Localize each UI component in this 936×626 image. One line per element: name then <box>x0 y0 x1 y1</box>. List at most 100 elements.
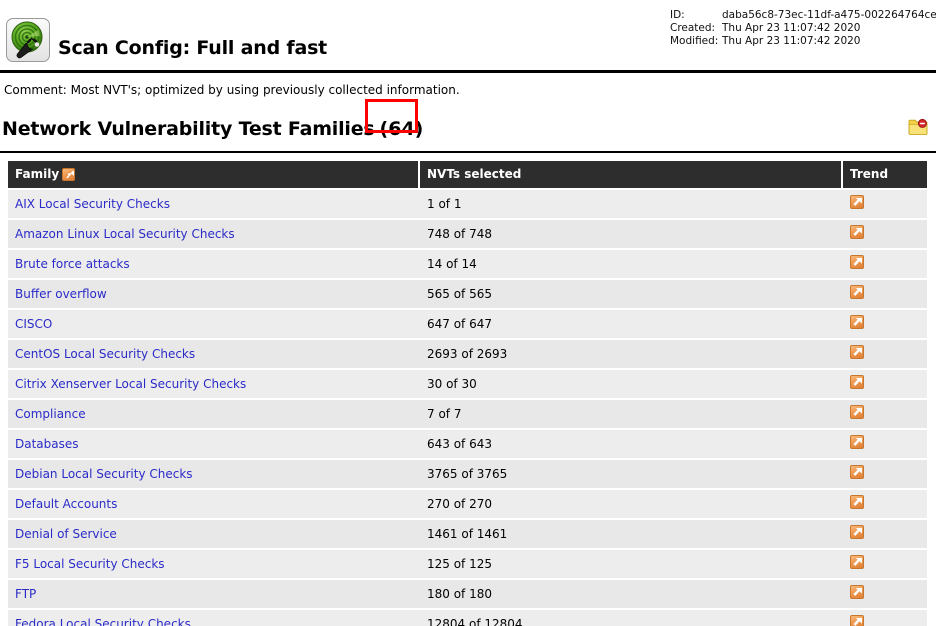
cell-trend <box>843 460 927 490</box>
family-link[interactable]: Denial of Service <box>15 527 117 541</box>
cell-nvts-selected: 748 of 748 <box>420 220 843 250</box>
family-link[interactable]: Fedora Local Security Checks <box>15 617 191 626</box>
cell-family: Denial of Service <box>8 520 420 550</box>
trend-arrow-icon[interactable] <box>850 315 864 329</box>
table-row: Citrix Xenserver Local Security Checks 30… <box>8 370 927 400</box>
table-header-row: Family NVTs selected Trend <box>8 161 927 188</box>
page-title: Scan Config: Full and fast <box>58 37 328 59</box>
metadata-id-label: ID: <box>670 9 685 21</box>
cell-family: CentOS Local Security Checks <box>8 340 420 370</box>
family-link[interactable]: CentOS Local Security Checks <box>15 347 195 361</box>
cell-family: Amazon Linux Local Security Checks <box>8 220 420 250</box>
cell-trend <box>843 580 927 610</box>
family-link[interactable]: F5 Local Security Checks <box>15 557 165 571</box>
trend-arrow-icon[interactable] <box>850 585 864 599</box>
table-row: Debian Local Security Checks 3765 of 3765 <box>8 460 927 490</box>
table-row: Databases 643 of 643 <box>8 430 927 460</box>
cell-nvts-selected: 647 of 647 <box>420 310 843 340</box>
family-link[interactable]: Debian Local Security Checks <box>15 467 193 481</box>
trend-arrow-icon[interactable] <box>850 555 864 569</box>
trend-arrow-icon[interactable] <box>850 255 864 269</box>
metadata-modified-label: Modified: <box>670 35 719 47</box>
cell-nvts-selected: 125 of 125 <box>420 550 843 580</box>
cell-trend <box>843 400 927 430</box>
table-row: Default Accounts 270 of 270 <box>8 490 927 520</box>
sort-arrow-icon[interactable] <box>62 167 76 181</box>
cell-family: Databases <box>8 430 420 460</box>
table-row: CentOS Local Security Checks 2693 of 2693 <box>8 340 927 370</box>
families-count: (64) <box>379 118 424 140</box>
cell-nvts-selected: 12804 of 12804 <box>420 610 843 626</box>
cell-nvts-selected: 643 of 643 <box>420 430 843 460</box>
section-title: Network Vulnerability Test Families <box>2 118 375 140</box>
family-link[interactable]: Amazon Linux Local Security Checks <box>15 227 235 241</box>
cell-trend <box>843 520 927 550</box>
cell-trend <box>843 550 927 580</box>
family-link[interactable]: FTP <box>15 587 36 601</box>
trend-arrow-icon[interactable] <box>850 345 864 359</box>
families-table: Family NVTs selected Trend AIX Local Sec… <box>8 161 927 626</box>
metadata-id-row: ID: daba56c8-73ec-11df-a475-002264764cea <box>670 9 936 22</box>
trend-arrow-icon[interactable] <box>850 195 864 209</box>
cell-family: Compliance <box>8 400 420 430</box>
table-row: FTP 180 of 180 <box>8 580 927 610</box>
cell-family: Citrix Xenserver Local Security Checks <box>8 370 420 400</box>
page-header: Scan Config: Full and fast ID: daba56c8-… <box>0 0 936 70</box>
metadata-modified-row: Modified: Thu Apr 23 11:07:42 2020 <box>670 35 936 48</box>
trend-arrow-icon[interactable] <box>850 465 864 479</box>
folder-denied-icon[interactable] <box>908 118 928 136</box>
table-row: Brute force attacks 14 of 14 <box>8 250 927 280</box>
family-link[interactable]: Brute force attacks <box>15 257 130 271</box>
family-link[interactable]: Default Accounts <box>15 497 117 511</box>
trend-arrow-icon[interactable] <box>850 435 864 449</box>
cell-nvts-selected: 30 of 30 <box>420 370 843 400</box>
cell-nvts-selected: 270 of 270 <box>420 490 843 520</box>
trend-arrow-icon[interactable] <box>850 285 864 299</box>
column-header-family[interactable]: Family <box>8 161 420 188</box>
family-link[interactable]: Databases <box>15 437 79 451</box>
cell-trend <box>843 340 927 370</box>
table-body: AIX Local Security Checks 1 of 1 Amazon Li… <box>8 188 927 626</box>
table-row: Denial of Service 1461 of 1461 <box>8 520 927 550</box>
column-header-nvts-selected[interactable]: NVTs selected <box>420 161 843 188</box>
cell-trend <box>843 610 927 626</box>
metadata-created-label: Created: <box>670 22 716 34</box>
table-row: CISCO 647 of 647 <box>8 310 927 340</box>
families-section-header: Network Vulnerability Test Families (64) <box>0 99 936 150</box>
family-link[interactable]: Citrix Xenserver Local Security Checks <box>15 377 246 391</box>
metadata-created-row: Created: Thu Apr 23 11:07:42 2020 <box>670 22 936 35</box>
cell-trend <box>843 490 927 520</box>
family-link[interactable]: Buffer overflow <box>15 287 107 301</box>
family-link[interactable]: CISCO <box>15 317 52 331</box>
metadata-id-value: daba56c8-73ec-11df-a475-002264764cea <box>722 9 936 21</box>
cell-nvts-selected: 1 of 1 <box>420 188 843 220</box>
cell-nvts-selected: 7 of 7 <box>420 400 843 430</box>
cell-trend <box>843 310 927 340</box>
column-header-trend[interactable]: Trend <box>843 161 927 188</box>
cell-family: Default Accounts <box>8 490 420 520</box>
cell-trend <box>843 370 927 400</box>
family-link[interactable]: Compliance <box>15 407 86 421</box>
trend-arrow-icon[interactable] <box>850 225 864 239</box>
table-header: Family NVTs selected Trend <box>8 161 927 188</box>
trend-arrow-icon[interactable] <box>850 495 864 509</box>
column-header-family-label: Family <box>15 167 60 181</box>
cell-family: AIX Local Security Checks <box>8 188 420 220</box>
cell-family: FTP <box>8 580 420 610</box>
cell-nvts-selected: 2693 of 2693 <box>420 340 843 370</box>
section-divider <box>0 151 936 153</box>
cell-trend <box>843 220 927 250</box>
trend-arrow-icon[interactable] <box>850 615 864 626</box>
trend-arrow-icon[interactable] <box>850 405 864 419</box>
cell-trend <box>843 430 927 460</box>
cell-trend <box>843 280 927 310</box>
cell-family: Fedora Local Security Checks <box>8 610 420 626</box>
cell-nvts-selected: 180 of 180 <box>420 580 843 610</box>
family-link[interactable]: AIX Local Security Checks <box>15 197 170 211</box>
trend-arrow-icon[interactable] <box>850 525 864 539</box>
cell-nvts-selected: 1461 of 1461 <box>420 520 843 550</box>
column-header-trend-label: Trend <box>850 167 889 181</box>
metadata-created-value: Thu Apr 23 11:07:42 2020 <box>722 22 861 34</box>
table-row: F5 Local Security Checks 125 of 125 <box>8 550 927 580</box>
trend-arrow-icon[interactable] <box>850 375 864 389</box>
